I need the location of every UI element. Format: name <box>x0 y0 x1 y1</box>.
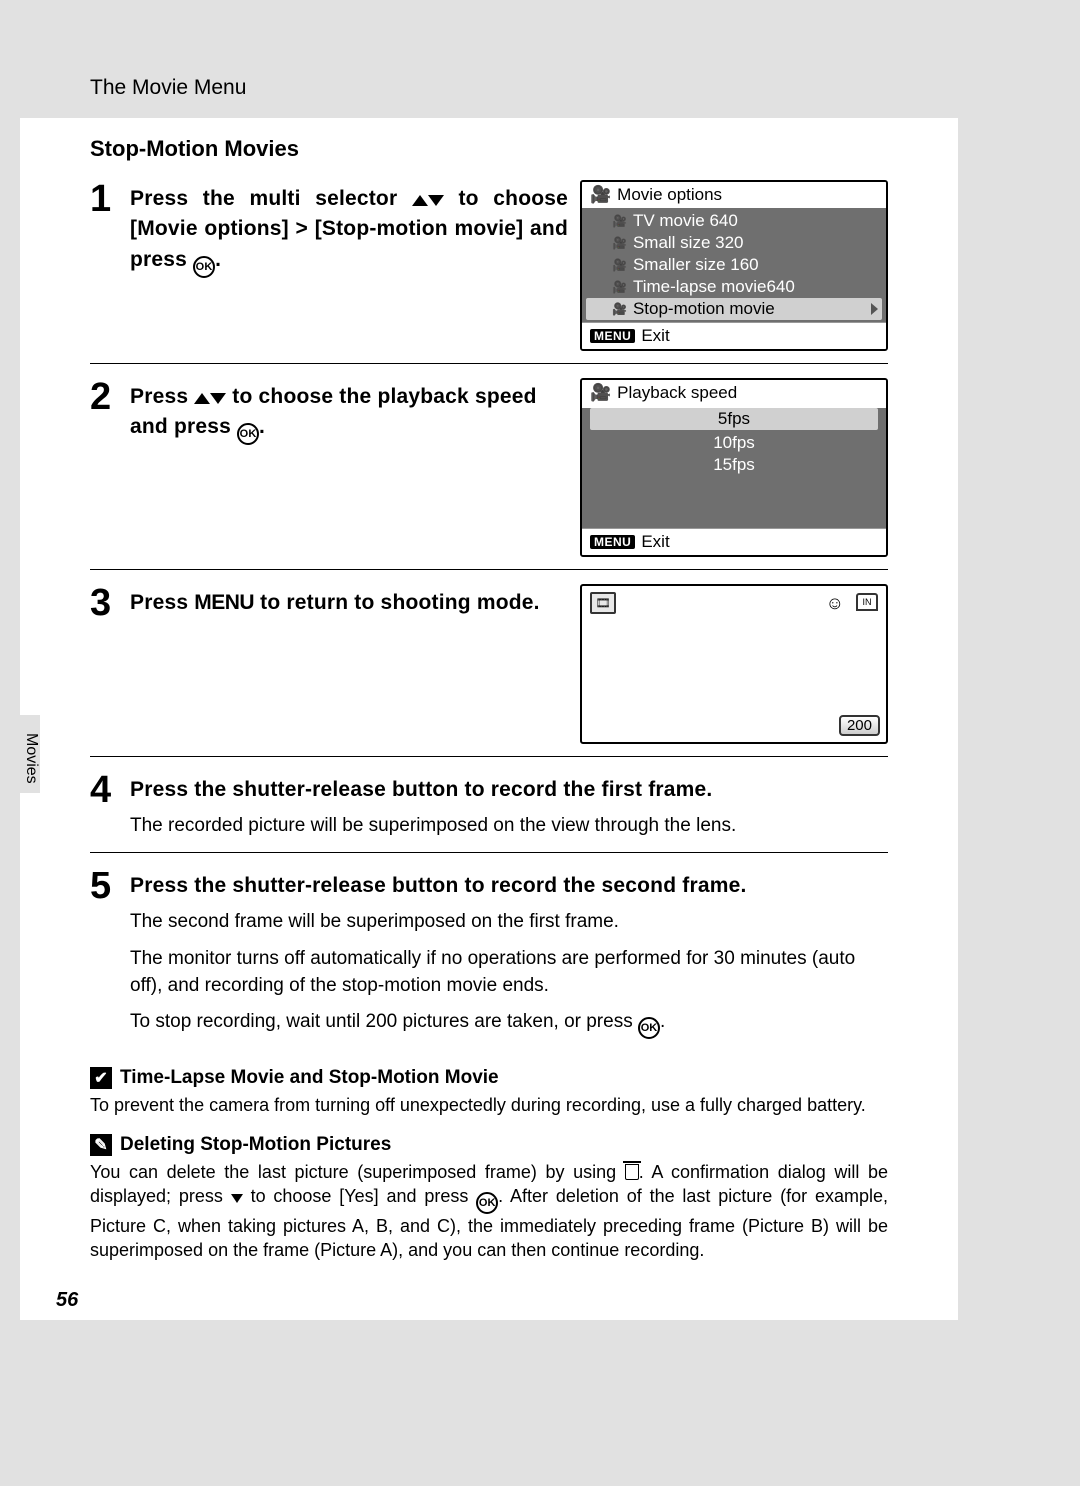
lcd1-item: 🎥Time-lapse movie640 <box>604 276 886 298</box>
smiley-icon: ☺ <box>826 593 844 614</box>
lcd2-exit: Exit <box>641 532 669 552</box>
step-4-title: Press the shutter-release button to reco… <box>130 775 888 805</box>
note2-title: Deleting Stop-Motion Pictures <box>120 1134 391 1156</box>
note-timelapse: ✔ Time-Lapse Movie and Stop-Motion Movie… <box>90 1067 888 1117</box>
ok-button-icon: OK <box>638 1017 660 1039</box>
step-1-text: Press the multi selector to choose [Movi… <box>130 184 568 278</box>
step-number: 1 <box>90 180 130 218</box>
internal-memory-icon: IN <box>856 593 878 611</box>
note-deleting: ✎ Deleting Stop-Motion Pictures You can … <box>90 1134 888 1263</box>
lcd-movie-options: 🎥 Movie options 🎥TV movie 640 🎥Small size… <box>580 180 888 351</box>
step-4: 4 Press the shutter-release button to re… <box>90 771 888 853</box>
down-icon <box>210 393 226 404</box>
lcd1-item: 🎥TV movie 640 <box>604 210 886 232</box>
lcd1-exit: Exit <box>641 326 669 346</box>
ok-button-icon: OK <box>237 423 259 445</box>
lcd1-title: Movie options <box>617 185 722 205</box>
page-number: 56 <box>56 1289 78 1312</box>
step-4-sub: The recorded picture will be superimpose… <box>130 813 888 840</box>
stopmotion-mode-icon: 🎞 <box>590 592 616 614</box>
step-number: 2 <box>90 378 130 416</box>
pencil-box-icon: ✎ <box>90 1134 112 1156</box>
step-5-sub1: The second frame will be superimposed on… <box>130 909 888 936</box>
down-icon <box>428 195 444 206</box>
step-1: 1 Press the multi selector to choose [Mo… <box>90 180 888 364</box>
ok-button-icon: OK <box>193 256 215 278</box>
frame-counter: 200 <box>839 715 880 736</box>
menu-label: MENU <box>194 591 254 614</box>
step-number: 4 <box>90 771 130 809</box>
step-2: 2 Press to choose the playback speed and… <box>90 378 888 570</box>
manual-page: The Movie Menu Movies Stop-Motion Movies… <box>20 20 958 1320</box>
lcd1-item: 🎥Smaller size 160 <box>604 254 886 276</box>
lcd1-item-selected: 🎥Stop-motion movie <box>586 298 882 320</box>
step-number: 3 <box>90 584 130 622</box>
up-icon <box>194 393 210 404</box>
step-number: 5 <box>90 867 130 905</box>
up-icon <box>412 195 428 206</box>
step-5-sub3: To stop recording, wait until 200 pictur… <box>130 1009 888 1039</box>
down-icon <box>231 1194 243 1203</box>
check-box-icon: ✔ <box>90 1067 112 1089</box>
step-5-sub2: The monitor turns off automatically if n… <box>130 946 888 999</box>
section-title: Stop-Motion Movies <box>90 136 888 162</box>
lcd1-item: 🎥Small size 320 <box>604 232 886 254</box>
lcd2-item-selected: ✔5fps <box>590 408 878 430</box>
header-title: The Movie Menu <box>90 76 246 100</box>
step-3: 3 Press MENU to return to shooting mode.… <box>90 584 888 757</box>
lcd-shooting-mode: 🎞 ☺ IN 200 <box>580 584 888 744</box>
note2-body: You can delete the last picture (superim… <box>90 1160 888 1263</box>
lcd2-item: 15fps <box>582 454 886 476</box>
lcd2-title: Playback speed <box>617 383 737 403</box>
lcd2-item: 10fps <box>582 432 886 454</box>
ok-button-icon: OK <box>476 1192 498 1214</box>
trash-icon <box>625 1164 639 1180</box>
lcd-playback-speed: 🎥 Playback speed ✔5fps 10fps 15fps MENU Ex… <box>580 378 888 557</box>
menu-chip: MENU <box>590 329 635 343</box>
step-5-title: Press the shutter-release button to reco… <box>130 871 888 901</box>
note1-title: Time-Lapse Movie and Stop-Motion Movie <box>120 1067 499 1089</box>
header-bar: The Movie Menu <box>20 20 958 118</box>
menu-chip: MENU <box>590 535 635 549</box>
step-2-text: Press to choose the playback speed and p… <box>130 382 568 445</box>
movie-icon: 🎥 <box>590 383 611 403</box>
step-5: 5 Press the shutter-release button to re… <box>90 867 888 1051</box>
note1-body: To prevent the camera from turning off u… <box>90 1093 888 1117</box>
movie-icon: 🎥 <box>590 185 611 205</box>
step-3-text: Press MENU to return to shooting mode. <box>130 588 568 618</box>
